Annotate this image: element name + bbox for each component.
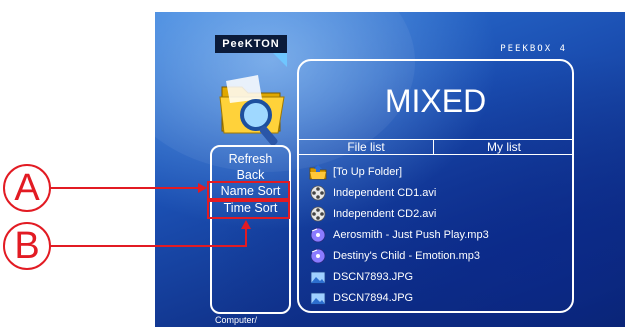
- film-reel-icon: [310, 206, 326, 222]
- list-item[interactable]: Independent CD1.avi: [309, 184, 436, 202]
- list-item[interactable]: Destiny's Child - Emotion.mp3: [309, 247, 480, 265]
- list-item[interactable]: DSCN7893.JPG: [309, 268, 413, 286]
- list-item[interactable]: DSCN7894.JPG: [309, 289, 413, 307]
- media-player-screen: PeeKTON PEEKBOX 4 Refresh Back Name Sort…: [155, 12, 625, 327]
- tab-file-list[interactable]: File list: [299, 140, 433, 154]
- file-name: Independent CD2.avi: [333, 208, 437, 220]
- list-item[interactable]: Aerosmith - Just Push Play.mp3: [309, 226, 489, 244]
- file-name: DSCN7894.JPG: [333, 292, 414, 304]
- file-name: DSCN7893.JPG: [333, 271, 414, 283]
- tab-bar: File list My list: [299, 139, 572, 155]
- list-item[interactable]: [To Up Folder]: [309, 163, 402, 181]
- current-path: Computer/: [215, 315, 258, 325]
- callout-b: B: [3, 222, 51, 270]
- folder-search-icon: [219, 75, 285, 146]
- file-name: Aerosmith - Just Push Play.mp3: [333, 229, 489, 241]
- file-name: [To Up Folder]: [333, 166, 403, 178]
- film-reel-icon: [310, 185, 326, 201]
- tab-my-list[interactable]: My list: [434, 140, 574, 154]
- highlight-name-sort: [207, 181, 290, 200]
- brand-logo: PeeKTON: [215, 35, 287, 53]
- music-disc-icon: [310, 227, 326, 243]
- category-title: MIXED: [384, 83, 487, 119]
- menu-item-refresh[interactable]: Refresh: [212, 152, 289, 167]
- photo-icon: [310, 271, 326, 284]
- side-menu-panel: Refresh Back Name Sort Time Sort: [210, 145, 291, 314]
- model-name: PEEKBOX 4: [500, 44, 567, 54]
- list-item[interactable]: Independent CD2.avi: [309, 205, 436, 223]
- callout-a: A: [3, 164, 51, 212]
- file-name: Independent CD1.avi: [333, 187, 437, 199]
- brand-logo-accent: [273, 53, 287, 67]
- file-name: Destiny's Child - Emotion.mp3: [333, 250, 480, 262]
- file-browser-panel: MIXED File list My list [To Up Folder] I…: [297, 59, 574, 313]
- folder-up-icon: [309, 165, 327, 180]
- highlight-time-sort: [207, 200, 290, 219]
- music-disc-icon: [310, 248, 326, 264]
- photo-icon: [310, 292, 326, 305]
